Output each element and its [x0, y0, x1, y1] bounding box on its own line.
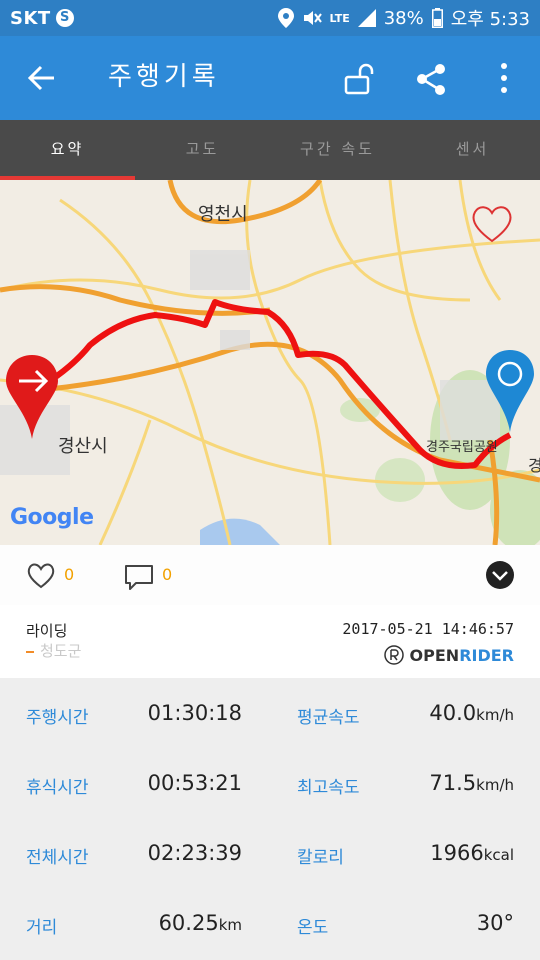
- max-speed-unit: km/h: [476, 776, 514, 794]
- max-speed-number: 71.5: [429, 771, 477, 795]
- avg-speed-value: 40.0km/h: [429, 701, 514, 725]
- end-marker-icon: [486, 350, 534, 432]
- unlock-icon[interactable]: [340, 60, 380, 100]
- distance-number: 60.25: [158, 911, 219, 935]
- rest-time-label: 휴식시간: [26, 778, 89, 798]
- like-heart-icon[interactable]: [26, 563, 56, 589]
- map-background: [0, 180, 540, 545]
- calorie-label: 칼로리: [297, 848, 344, 868]
- avg-speed-label: 평균속도: [297, 708, 360, 728]
- tab-elevation[interactable]: 고도: [135, 120, 270, 180]
- tab-section-speed[interactable]: 구간 속도: [270, 120, 405, 180]
- distance-value: 60.25km: [159, 911, 242, 935]
- avg-speed-number: 40.0: [429, 701, 477, 725]
- clock: 오후 5:33: [450, 9, 530, 30]
- map-label-gyeongsan: 경산시: [58, 436, 108, 457]
- share-icon[interactable]: [412, 60, 452, 100]
- start-marker-icon: [6, 355, 58, 439]
- activity-type: 라이딩: [26, 622, 68, 640]
- calorie-value: 1966kcal: [430, 841, 514, 865]
- tab-summary[interactable]: 요약: [0, 120, 135, 180]
- like-count: 0: [64, 565, 75, 584]
- more-options-icon[interactable]: [484, 60, 524, 100]
- ride-time-value: 01:30:18: [147, 701, 242, 725]
- avg-speed-unit: km/h: [476, 706, 514, 724]
- calorie-unit: kcal: [483, 846, 514, 864]
- rest-time-value: 00:53:21: [147, 771, 242, 795]
- calorie-number: 1966: [430, 841, 484, 865]
- map-label-gyeong: 경: [528, 456, 540, 475]
- network-type: LTE: [329, 11, 350, 25]
- route-map[interactable]: 영천시 경산시 경주국립공원 경 Google: [0, 180, 540, 545]
- location-icon: [277, 8, 294, 28]
- brand-open: OPEN: [409, 645, 460, 665]
- expand-chevron-icon[interactable]: [486, 561, 514, 589]
- battery-icon: [431, 8, 443, 28]
- back-arrow-icon[interactable]: [24, 58, 64, 98]
- total-time-label: 전체시간: [26, 848, 89, 868]
- battery-percent: 38%: [383, 7, 424, 29]
- ride-datetime: 2017-05-21 14:46:57: [342, 620, 514, 638]
- page-title: 주행기록: [108, 62, 220, 92]
- carrier-name: SKT: [10, 7, 51, 29]
- google-attribution: Google: [10, 505, 94, 530]
- ride-info: 라이딩 청도군 2017-05-21 14:46:57 OPENRIDER: [0, 605, 540, 678]
- openrider-logo-icon: [383, 645, 404, 665]
- favorite-heart-icon[interactable]: [469, 203, 515, 245]
- action-bar: 0 0: [0, 545, 540, 605]
- comment-count: 0: [162, 565, 173, 584]
- ride-time-label: 주행시간: [26, 708, 89, 728]
- region-marker: [26, 651, 34, 653]
- max-speed-value: 71.5km/h: [429, 771, 514, 795]
- signal-icon: [357, 9, 376, 27]
- ride-stats: 주행시간 01:30:18 평균속도 40.0km/h 휴식시간 00:53:2…: [0, 678, 540, 960]
- tab-sensor[interactable]: 센서: [405, 120, 540, 180]
- map-label-yeongcheon: 영천시: [198, 204, 248, 225]
- max-speed-label: 최고속도: [297, 778, 360, 798]
- temperature-label: 온도: [297, 918, 329, 938]
- mute-icon: [303, 11, 322, 25]
- comment-icon[interactable]: [124, 563, 154, 591]
- openrider-logo: OPENRIDER: [383, 645, 514, 665]
- distance-unit: km: [218, 916, 242, 934]
- temperature-value: 30°: [476, 911, 514, 935]
- map-label-gyeongju-park: 경주국립공원: [426, 440, 498, 455]
- status-bar: SKT S LTE 38% 오후 5:33: [0, 0, 540, 36]
- tab-bar: 요약 고도 구간 속도 센서: [0, 120, 540, 180]
- carrier-badge-icon: S: [55, 9, 74, 27]
- distance-label: 거리: [26, 918, 58, 938]
- region-name: 청도군: [40, 642, 82, 660]
- app-bar: 주행기록: [0, 36, 540, 120]
- total-time-value: 02:23:39: [147, 841, 242, 865]
- brand-rider: RIDER: [459, 645, 514, 665]
